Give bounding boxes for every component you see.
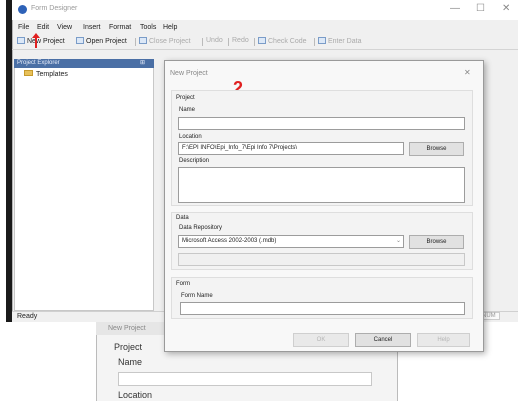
help-button[interactable]: Help <box>417 333 470 347</box>
minimize-button[interactable]: — <box>450 3 460 14</box>
menu-insert[interactable]: Insert <box>83 24 101 31</box>
open-folder-icon <box>76 37 84 44</box>
pin-icon[interactable]: ⊞ <box>140 59 145 66</box>
menu-bar: File Edit View Insert Format Tools Help <box>12 20 518 33</box>
project-explorer-title: Project Explorer <box>17 60 60 66</box>
menu-help[interactable]: Help <box>163 24 177 31</box>
new-project-icon <box>17 37 25 44</box>
data-repository-label: Data Repository <box>179 225 223 231</box>
ok-button[interactable]: OK <box>293 333 349 347</box>
description-input[interactable] <box>178 167 465 203</box>
check-code-button[interactable]: Check Code <box>258 37 307 45</box>
enter-data-icon <box>318 37 326 44</box>
menu-format[interactable]: Format <box>109 24 131 31</box>
menu-view[interactable]: View <box>57 24 72 31</box>
form-name-label: Form Name <box>181 293 213 299</box>
window-title: Form Designer <box>31 5 78 12</box>
menu-tools[interactable]: Tools <box>140 24 156 31</box>
open-project-button[interactable]: Open Project <box>76 37 127 45</box>
toolbar-separator <box>202 38 203 46</box>
new-project-button[interactable]: New Project <box>17 37 65 45</box>
dialog-title: New Project <box>170 70 208 77</box>
background-dialog-title: New Project <box>108 325 146 332</box>
title-bar <box>12 0 518 20</box>
name-label: Name <box>179 107 196 113</box>
redo-button[interactable]: Redo <box>232 37 249 44</box>
background-location-label: Location <box>118 390 153 400</box>
location-input[interactable]: F:\EPI INFO\Epi_Info_7\Epi Info 7\Projec… <box>178 142 404 155</box>
toolbar-separator <box>228 38 229 46</box>
toolbar: New Project Open Project Close Project U… <box>12 33 518 50</box>
connection-string-input[interactable] <box>178 253 465 266</box>
location-label: Location <box>179 134 202 140</box>
data-group-label: Data <box>176 215 189 221</box>
toolbar-separator <box>254 38 255 46</box>
app-icon <box>18 5 27 14</box>
maximize-button[interactable]: ☐ <box>476 3 485 14</box>
chevron-down-icon[interactable]: ⌄ <box>396 237 401 244</box>
toolbar-separator <box>135 38 136 46</box>
background-name-input[interactable] <box>118 372 372 386</box>
description-label: Description <box>179 158 210 164</box>
close-window-button[interactable]: ✕ <box>502 3 510 14</box>
close-project-icon <box>139 37 147 44</box>
toolbar-separator <box>314 38 315 46</box>
form-group-label: Form <box>176 281 190 287</box>
dialog-close-icon[interactable]: ✕ <box>464 68 471 77</box>
data-repository-select[interactable]: Microsoft Access 2002-2003 (.mdb) <box>178 235 404 248</box>
menu-file[interactable]: File <box>18 24 29 31</box>
undo-button[interactable]: Undo <box>206 37 223 44</box>
form-name-input[interactable] <box>180 302 465 315</box>
annotation-arrow-1 <box>35 36 37 48</box>
background-project-group-label: Project <box>114 342 143 352</box>
background-name-label: Name <box>118 357 143 367</box>
status-text: Ready <box>17 313 38 320</box>
project-explorer-panel <box>14 59 154 311</box>
repository-browse-button[interactable]: Browse <box>409 235 464 249</box>
project-group-label: Project <box>176 95 195 101</box>
check-code-icon <box>258 37 266 44</box>
close-project-button[interactable]: Close Project <box>139 37 191 45</box>
cancel-button[interactable]: Cancel <box>355 333 411 347</box>
tree-item-templates[interactable]: Templates <box>24 70 68 78</box>
menu-edit[interactable]: Edit <box>37 24 49 31</box>
location-browse-button[interactable]: Browse <box>409 142 464 156</box>
folder-icon <box>24 70 33 76</box>
project-name-input[interactable] <box>178 117 465 130</box>
enter-data-button[interactable]: Enter Data <box>318 37 361 45</box>
